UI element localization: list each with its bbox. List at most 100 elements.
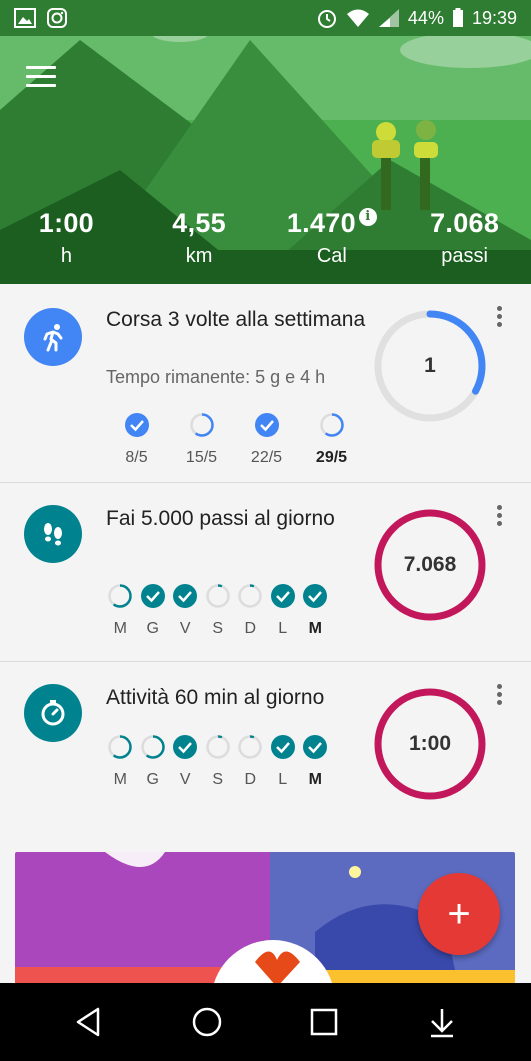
stat-value: 1:00 bbox=[38, 208, 94, 238]
day-item: S bbox=[202, 734, 235, 789]
day-label: G bbox=[146, 771, 159, 788]
day-item: D bbox=[234, 583, 267, 638]
stat-label: passi bbox=[441, 245, 488, 267]
timer-icon bbox=[24, 684, 82, 742]
ring-value: 1:00 bbox=[408, 732, 452, 755]
day-label: V bbox=[179, 620, 191, 637]
clock: 19:39 bbox=[471, 7, 517, 28]
ring-value: 1 bbox=[424, 354, 436, 377]
check-circle-icon bbox=[270, 584, 295, 608]
day-item: D bbox=[234, 734, 267, 789]
day-item: L bbox=[267, 583, 300, 638]
day-item: V bbox=[169, 734, 202, 789]
goal-title: Fai 5.000 passi al giorno bbox=[106, 507, 335, 530]
stat-label: Cal bbox=[316, 245, 347, 267]
week-progress: M G V SDL M bbox=[104, 583, 332, 638]
stat-calories[interactable]: 1.470 i Cal bbox=[266, 208, 399, 268]
signal-icon bbox=[378, 9, 399, 27]
recents-icon[interactable] bbox=[307, 1005, 341, 1039]
day-item: 22/5 bbox=[234, 412, 299, 467]
day-label: M bbox=[308, 771, 322, 788]
week-progress: MGVSDLM bbox=[104, 734, 332, 789]
day-item: M bbox=[299, 583, 332, 638]
stat-label: h bbox=[60, 245, 72, 267]
day-label: M bbox=[113, 771, 127, 788]
goal-subtitle: Tempo rimanente: 5 g e 4 h bbox=[106, 367, 326, 387]
day-label: V bbox=[179, 771, 191, 788]
week-progress: 8/5 15/5 22/5 29/5 bbox=[104, 412, 364, 467]
day-label: G bbox=[146, 620, 159, 637]
progress-circle-icon bbox=[206, 584, 230, 608]
more-options-icon[interactable] bbox=[497, 306, 503, 330]
check-circle-icon bbox=[173, 584, 198, 608]
stat-value: 1.470 i bbox=[266, 208, 399, 239]
day-item: V bbox=[169, 583, 202, 638]
wifi-icon bbox=[346, 9, 369, 27]
day-label: 22/5 bbox=[250, 449, 283, 466]
check-circle-icon bbox=[303, 735, 328, 759]
progress-circle-icon bbox=[319, 413, 344, 437]
running-icon bbox=[24, 308, 82, 366]
download-icon[interactable] bbox=[425, 1005, 459, 1039]
day-item: M bbox=[299, 734, 332, 789]
day-label: S bbox=[212, 620, 224, 637]
progress-circle-icon bbox=[238, 584, 262, 608]
check-circle-icon bbox=[270, 735, 295, 759]
check-circle-icon bbox=[303, 584, 328, 608]
day-item: G bbox=[137, 583, 170, 638]
progress-circle-icon bbox=[206, 735, 230, 759]
day-item: M bbox=[104, 734, 137, 789]
day-label: M bbox=[308, 620, 322, 637]
goal-title: Corsa 3 volte alla settimana bbox=[106, 308, 366, 331]
goal-title: Attività 60 min al giorno bbox=[106, 686, 325, 709]
alarm-icon bbox=[317, 10, 336, 28]
day-item: 8/5 bbox=[104, 412, 169, 467]
home-icon[interactable] bbox=[190, 1005, 224, 1039]
check-circle-icon bbox=[254, 413, 279, 437]
goal-card-activity[interactable]: Attività 60 min al giorno M G V S D L M 1:00 bbox=[0, 662, 531, 840]
footsteps-icon bbox=[24, 505, 82, 563]
day-label: M bbox=[113, 620, 127, 637]
goal-card-steps[interactable]: Fai 5.000 passi al giorno M G V S D L M 7.068 bbox=[0, 483, 531, 662]
day-item: S bbox=[202, 583, 235, 638]
stat-steps: 7.068 passi bbox=[398, 208, 531, 268]
progress-circle-icon bbox=[238, 735, 262, 759]
progress-circle-icon bbox=[108, 735, 132, 759]
plus-icon[interactable]: + bbox=[418, 873, 500, 955]
stat-distance: 4,55 km bbox=[133, 208, 266, 268]
day-label: 8/5 bbox=[125, 449, 148, 466]
day-label: L bbox=[278, 620, 288, 637]
progress-circle-icon bbox=[141, 735, 165, 759]
day-item: 15/5 bbox=[169, 412, 234, 467]
day-item: 29/5 bbox=[299, 412, 364, 467]
day-label: 29/5 bbox=[315, 449, 348, 466]
system-nav-bar bbox=[0, 983, 531, 1061]
check-circle-icon bbox=[173, 735, 198, 759]
check-circle-icon bbox=[140, 584, 165, 608]
stat-label: km bbox=[185, 245, 213, 267]
day-label: S bbox=[212, 771, 224, 788]
gallery-icon bbox=[14, 8, 36, 28]
day-label: L bbox=[278, 771, 288, 788]
more-options-icon[interactable] bbox=[497, 505, 503, 529]
back-icon[interactable] bbox=[72, 1005, 106, 1039]
stat-value: 7.068 bbox=[430, 208, 500, 238]
stat-hours: 1:00 h bbox=[0, 208, 133, 268]
info-icon[interactable]: i bbox=[358, 208, 377, 226]
progress-circle-icon bbox=[108, 584, 132, 608]
battery-icon bbox=[452, 8, 463, 27]
progress-circle-icon bbox=[189, 413, 214, 437]
status-bar: 44% 19:39 bbox=[0, 0, 531, 36]
day-item: M bbox=[104, 583, 137, 638]
battery-percent: 44% bbox=[407, 7, 444, 28]
ring-value: 7.068 bbox=[403, 553, 457, 576]
day-item: G bbox=[137, 734, 170, 789]
day-label: D bbox=[244, 771, 257, 788]
instagram-icon bbox=[47, 8, 67, 28]
day-label: 15/5 bbox=[185, 449, 218, 466]
hamburger-icon[interactable] bbox=[26, 66, 56, 90]
check-circle-icon bbox=[124, 413, 149, 437]
stat-value: 4,55 bbox=[172, 208, 226, 238]
goal-card-running[interactable]: Corsa 3 volte alla settimana Tempo riman… bbox=[0, 284, 531, 483]
more-options-icon[interactable] bbox=[497, 684, 503, 708]
